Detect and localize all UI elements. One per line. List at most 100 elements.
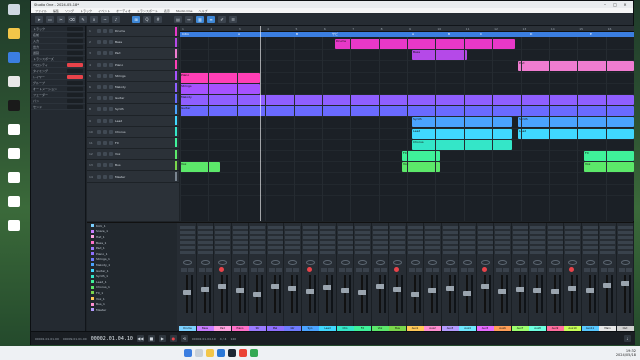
- insert-slot[interactable]: [355, 226, 370, 229]
- recycle-bin-icon[interactable]: [4, 4, 24, 26]
- inspector-value[interactable]: [67, 44, 83, 49]
- mute-button[interactable]: [496, 268, 502, 272]
- insert-slot[interactable]: [495, 236, 510, 239]
- mute-button[interactable]: [97, 96, 101, 101]
- mute-button[interactable]: [443, 268, 450, 272]
- insert-slot[interactable]: [267, 226, 283, 229]
- insert-slot[interactable]: [477, 231, 493, 234]
- insert-slot[interactable]: [617, 241, 633, 244]
- insert-slot[interactable]: [320, 251, 335, 254]
- mute-button[interactable]: [531, 268, 537, 272]
- mix-view-button[interactable]: ≡: [207, 15, 215, 23]
- snap-button[interactable]: ⊞: [132, 15, 140, 23]
- solo-button[interactable]: [103, 174, 107, 179]
- insert-slot[interactable]: [617, 236, 633, 239]
- record-arm-button[interactable]: [109, 73, 113, 78]
- insert-slot[interactable]: [530, 226, 545, 229]
- insert-slot[interactable]: [460, 236, 475, 239]
- insert-slot[interactable]: [565, 246, 580, 249]
- arrow-tool-button[interactable]: ➤: [35, 15, 43, 23]
- pan-knob[interactable]: [235, 260, 245, 265]
- insert-slot[interactable]: [372, 246, 388, 249]
- insert-slot[interactable]: [442, 231, 458, 234]
- track-name[interactable]: Synth: [115, 107, 173, 111]
- marker[interactable]: B: [448, 32, 450, 36]
- mute-button[interactable]: [198, 268, 205, 272]
- solo-button[interactable]: [380, 268, 387, 272]
- insert-slot[interactable]: [600, 251, 615, 254]
- insert-slot[interactable]: [600, 236, 615, 239]
- insert-slot[interactable]: [512, 226, 528, 229]
- solo-button[interactable]: [103, 85, 107, 90]
- insert-slot[interactable]: [337, 241, 353, 244]
- mute-button[interactable]: [373, 268, 380, 272]
- pan-knob[interactable]: [183, 260, 192, 265]
- solo-button[interactable]: [103, 163, 107, 168]
- pan-knob[interactable]: [568, 260, 577, 265]
- mute-button[interactable]: [513, 268, 520, 272]
- arrange-view[interactable]: 1 2 3 4 5 6 7 8 9 10 11 12 13 14 15 16 Intro A B サビ A B C D E D…: [180, 26, 634, 221]
- pan-knob[interactable]: [323, 260, 332, 265]
- clip[interactable]: Lead: [412, 128, 512, 139]
- pan-knob[interactable]: [288, 260, 297, 265]
- insert-slot[interactable]: [407, 226, 423, 229]
- close-button[interactable]: ×: [620, 2, 630, 7]
- record-icon[interactable]: [306, 267, 312, 272]
- track-name[interactable]: Vox: [115, 152, 173, 156]
- mute-button[interactable]: [97, 29, 101, 34]
- insert-slot[interactable]: [267, 246, 283, 249]
- insert-slot[interactable]: [267, 251, 283, 254]
- clip[interactable]: Lead: [518, 128, 634, 139]
- insert-slot[interactable]: [302, 236, 318, 239]
- solo-button[interactable]: [103, 129, 107, 134]
- track-header[interactable]: 10 Chorus: [87, 127, 179, 138]
- marker[interactable]: サビ: [332, 32, 338, 36]
- insert-slot[interactable]: [530, 236, 545, 239]
- track-name[interactable]: Chorus: [115, 130, 173, 134]
- paint-tool-button[interactable]: ✎: [79, 15, 87, 23]
- track-header[interactable]: 7 Guitar: [87, 93, 179, 105]
- insert-slot[interactable]: [215, 241, 230, 244]
- track-header[interactable]: 5 Strings: [87, 71, 179, 82]
- loop-start[interactable]: 00001.01.01.00: [35, 337, 59, 341]
- inspector-value[interactable]: [67, 68, 83, 73]
- insert-slot[interactable]: [547, 241, 563, 244]
- insert-slot[interactable]: [547, 251, 563, 254]
- insert-slot[interactable]: [215, 236, 230, 239]
- solo-button[interactable]: [103, 118, 107, 123]
- bend-tool-button[interactable]: ~: [101, 15, 109, 23]
- clip[interactable]: Synth: [412, 117, 512, 128]
- solo-button[interactable]: [328, 268, 334, 272]
- range-tool-button[interactable]: ▭: [46, 15, 54, 23]
- insert-slot[interactable]: [477, 236, 493, 239]
- mute-button[interactable]: [97, 129, 101, 134]
- solo-button[interactable]: [103, 40, 107, 45]
- mute-button[interactable]: [356, 268, 362, 272]
- search-icon[interactable]: [195, 349, 203, 357]
- inspector-value[interactable]: [67, 50, 83, 55]
- insert-slot[interactable]: [180, 231, 195, 234]
- mute-button[interactable]: [548, 268, 555, 272]
- insert-slot[interactable]: [477, 226, 493, 229]
- studio-one-taskbar-icon[interactable]: [228, 349, 236, 357]
- insert-slot[interactable]: [197, 246, 213, 249]
- solo-button[interactable]: [345, 268, 352, 272]
- insert-slot[interactable]: [355, 231, 370, 234]
- insert-slot[interactable]: [215, 246, 230, 249]
- menu-item[interactable]: ファイル: [35, 9, 47, 13]
- insert-slot[interactable]: [460, 246, 475, 249]
- insert-slot[interactable]: [232, 241, 248, 244]
- insert-slot[interactable]: [250, 246, 265, 249]
- grid-button[interactable]: #: [154, 15, 162, 23]
- playhead[interactable]: [260, 26, 261, 221]
- insert-slot[interactable]: [180, 226, 195, 229]
- insert-slot[interactable]: [232, 236, 248, 239]
- mute-button[interactable]: [583, 268, 590, 272]
- insert-slot[interactable]: [250, 231, 265, 234]
- insert-slot[interactable]: [442, 226, 458, 229]
- insert-slot[interactable]: [250, 226, 265, 229]
- file-icon[interactable]: [4, 124, 24, 146]
- solo-button[interactable]: [503, 268, 509, 272]
- insert-slot[interactable]: [232, 231, 248, 234]
- file-icon[interactable]: [4, 172, 24, 194]
